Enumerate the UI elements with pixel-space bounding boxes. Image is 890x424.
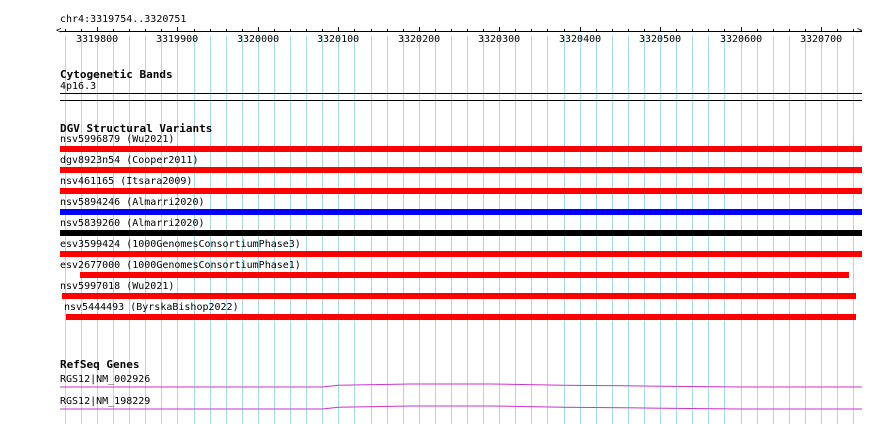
dgv-variant-label: esv2677000 (1000GenomesConsortiumPhase1) [60, 260, 301, 271]
ruler-major-tick [258, 27, 259, 32]
dgv-variant-label: nsv5997018 (Wu2021) [60, 281, 175, 292]
ruler-minor-tick [451, 29, 452, 32]
ruler-minor-tick [242, 29, 243, 32]
refseq-gene-model[interactable] [0, 402, 890, 412]
dgv-variant-label: nsv5444493 (ByrskaBishop2022) [64, 302, 239, 313]
ruler-minor-tick [354, 29, 355, 32]
refseq-track-title: RefSeq Genes [60, 358, 140, 371]
refseq-gene-line [60, 383, 862, 388]
dgv-variant-bar[interactable] [60, 251, 862, 257]
ruler-tick-label: 3320100 [317, 34, 360, 45]
genome-browser-view: chr4:3319754..3320751 < > 3319800 3319900… [0, 0, 890, 424]
dgv-variant-bar[interactable] [60, 167, 862, 173]
dgv-variant-bar[interactable] [60, 146, 862, 152]
ruler-tick-label: 3320700 [800, 34, 843, 45]
ruler-major-tick [741, 27, 742, 32]
ruler-minor-tick [81, 29, 82, 32]
ruler-minor-tick [628, 29, 629, 32]
ruler-minor-tick [65, 29, 66, 32]
ruler-tick-label: 3320300 [478, 34, 521, 45]
ruler-tick-label: 3319900 [156, 34, 199, 45]
ruler-tick-label: 3320500 [639, 34, 682, 45]
dgv-variant-label: dgv8923n54 (Cooper2011) [60, 155, 199, 166]
cytoband-top-line [60, 93, 862, 94]
ruler-minor-tick [773, 29, 774, 32]
ruler-major-tick [660, 27, 661, 32]
dgv-variant-bar[interactable] [60, 188, 862, 194]
ruler-minor-tick [371, 29, 372, 32]
ruler-minor-tick [467, 29, 468, 32]
ruler-tick-label: 3320200 [398, 34, 441, 45]
ruler-minor-tick [322, 29, 323, 32]
ruler-minor-tick [564, 29, 565, 32]
cytoband-label: 4p16.3 [60, 81, 97, 92]
cytoband-bottom-line [60, 100, 862, 101]
dgv-variant-label: nsv5839260 (Almarri2020) [60, 218, 205, 229]
ruler-minor-tick [210, 29, 211, 32]
ruler-minor-tick [161, 29, 162, 32]
ruler-major-tick [177, 27, 178, 32]
ruler-minor-tick [837, 29, 838, 32]
ruler-major-tick [580, 27, 581, 32]
ruler-tick-label: 3320600 [720, 34, 763, 45]
ruler-major-tick [419, 27, 420, 32]
dgv-variant-label: nsv5894246 (Almarri2020) [60, 197, 205, 208]
ruler-minor-tick [145, 29, 146, 32]
dgv-variant-bar[interactable] [62, 293, 856, 299]
ruler-right-arrow: > [857, 26, 863, 36]
ruler-minor-tick [853, 29, 854, 32]
ruler-minor-tick [306, 29, 307, 32]
ruler-minor-tick [274, 29, 275, 32]
dgv-variant-label: nsv461165 (Itsara2009) [60, 176, 193, 187]
ruler-minor-tick [676, 29, 677, 32]
ruler-tick-label: 3320400 [559, 34, 602, 45]
ruler-minor-tick [692, 29, 693, 32]
ruler-minor-tick [789, 29, 790, 32]
dgv-variant-bar[interactable] [60, 230, 862, 236]
ruler-major-tick [821, 27, 822, 32]
ruler-minor-tick [724, 29, 725, 32]
ruler-minor-tick [805, 29, 806, 32]
ruler-major-tick [338, 27, 339, 32]
ruler-major-tick [499, 27, 500, 32]
dgv-variant-label: esv3599424 (1000GenomesConsortiumPhase3) [60, 239, 301, 250]
ruler-minor-tick [194, 29, 195, 32]
ruler-minor-tick [113, 29, 114, 32]
ruler-minor-tick [483, 29, 484, 32]
ruler-major-tick [97, 27, 98, 32]
ruler-minor-tick [387, 29, 388, 32]
cytoband-track-title: Cytogenetic Bands [60, 68, 173, 81]
ruler-minor-tick [129, 29, 130, 32]
ruler-minor-tick [547, 29, 548, 32]
ruler-range-label: chr4:3319754..3320751 [60, 14, 187, 25]
ruler-left-arrow: < [56, 26, 62, 36]
ruler-minor-tick [226, 29, 227, 32]
dgv-variant-bar[interactable] [80, 272, 849, 278]
dgv-variant-label: nsv5996879 (Wu2021) [60, 134, 175, 145]
dgv-variant-bar[interactable] [60, 209, 862, 215]
refseq-gene-line [60, 405, 862, 410]
ruler-minor-tick [757, 29, 758, 32]
ruler-minor-tick [596, 29, 597, 32]
ruler-tick-label: 3320000 [237, 34, 280, 45]
dgv-variant-bar[interactable] [66, 314, 856, 320]
ruler-minor-tick [515, 29, 516, 32]
ruler-minor-tick [290, 29, 291, 32]
ruler-minor-tick [531, 29, 532, 32]
ruler-minor-tick [644, 29, 645, 32]
ruler-minor-tick [403, 29, 404, 32]
ruler-minor-tick [612, 29, 613, 32]
ruler-tick-label: 3319800 [76, 34, 119, 45]
ruler-minor-tick [708, 29, 709, 32]
refseq-gene-model[interactable] [0, 380, 890, 390]
ruler-minor-tick [435, 29, 436, 32]
